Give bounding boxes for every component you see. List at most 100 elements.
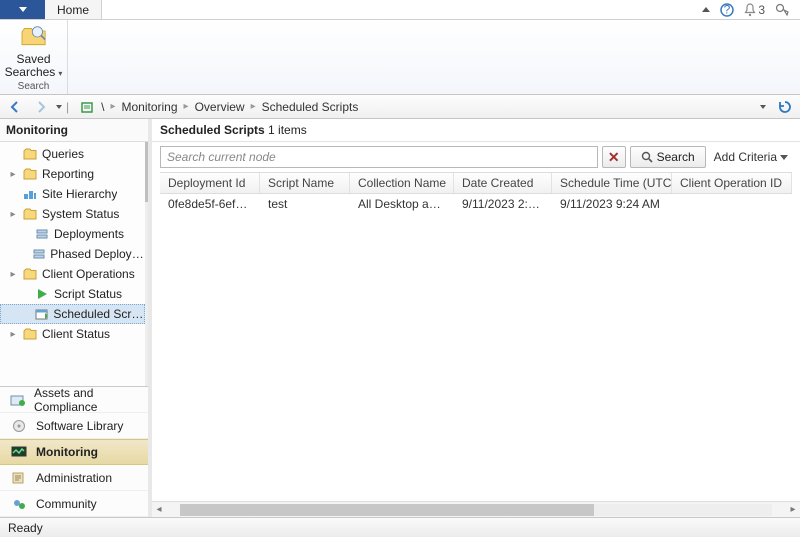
tree-item-queries[interactable]: Queries (0, 144, 145, 164)
column-header[interactable]: Date Created (454, 173, 552, 193)
breadcrumb-separator: | (66, 100, 69, 114)
tree-expander-icon[interactable] (8, 329, 18, 340)
back-button[interactable] (4, 97, 26, 117)
table-cell: 9/11/2023 2:2... (454, 197, 552, 211)
history-dropdown-icon[interactable] (56, 105, 62, 109)
tree-item-site-hierarchy[interactable]: Site Hierarchy (0, 184, 145, 204)
tree-item-script-status[interactable]: Script Status (0, 284, 145, 304)
table-cell: 0fe8de5f-6ef5-... (160, 197, 260, 211)
search-input[interactable]: Search current node (160, 146, 598, 168)
workspace-label: Administration (36, 471, 112, 485)
table-cell: 9/11/2023 9:24 AM (552, 197, 672, 211)
column-header[interactable]: Deployment Id (160, 173, 260, 193)
status-bar: Ready (0, 517, 800, 537)
tree-item-label: Deployments (54, 227, 124, 241)
library-icon (10, 418, 28, 434)
svg-text:?: ? (724, 3, 731, 17)
add-criteria-button[interactable]: Add Criteria (710, 150, 792, 164)
breadcrumb-dropdown-icon[interactable] (760, 105, 766, 109)
content-count: 1 items (268, 123, 307, 137)
workspace-community[interactable]: Community (0, 491, 151, 517)
breadcrumb-overview[interactable]: Overview (195, 100, 245, 114)
server-icon (34, 227, 50, 241)
titlebar-spacer (102, 0, 692, 19)
tree-item-label: Client Status (42, 327, 110, 341)
tree-expander-icon[interactable] (8, 269, 18, 280)
feedback-icon[interactable] (775, 3, 790, 17)
collapse-ribbon-icon[interactable] (702, 7, 710, 12)
tree-item-client-status[interactable]: Client Status (0, 324, 145, 344)
server-icon (32, 247, 46, 261)
folder-icon (22, 267, 38, 281)
workspace-label: Community (36, 497, 97, 511)
add-criteria-label: Add Criteria (714, 150, 777, 164)
column-header[interactable]: Collection Name (350, 173, 454, 193)
tree-item-label: Script Status (54, 287, 122, 301)
table-cell: All Desktop and... (350, 197, 454, 211)
notifications-button[interactable]: 3 (744, 3, 765, 17)
breadcrumb-root-icon[interactable] (79, 99, 95, 115)
tree-item-label: Client Operations (42, 267, 135, 281)
tree-item-deployments[interactable]: Deployments (0, 224, 145, 244)
chevron-right-icon[interactable]: ▸ (184, 101, 189, 112)
content-header: Scheduled Scripts 1 items (152, 119, 800, 142)
navigation-panel: Monitoring Queries Reporting Site Hierarch… (0, 119, 152, 517)
content-title: Scheduled Scripts (160, 123, 265, 137)
tree-item-scheduled-scripts[interactable]: Scheduled Scripts (0, 304, 145, 324)
search-button[interactable]: Search (630, 146, 706, 168)
assets-icon (10, 392, 26, 408)
notifications-count: 3 (758, 3, 765, 17)
breadcrumb-current[interactable]: Scheduled Scripts (262, 100, 359, 114)
tree-item-label: Site Hierarchy (42, 187, 117, 201)
breadcrumb-root-sep: \ (101, 100, 104, 114)
workspace-label: Assets and Compliance (34, 386, 141, 414)
breadcrumb-monitoring[interactable]: Monitoring (122, 100, 178, 114)
workspace-assets-and-compliance[interactable]: Assets and Compliance (0, 387, 151, 413)
tree-item-label: System Status (42, 207, 119, 221)
tree-item-phased-deployments[interactable]: Phased Deployments (0, 244, 145, 264)
column-header[interactable]: Script Name (260, 173, 350, 193)
workspace-administration[interactable]: Administration (0, 465, 151, 491)
status-text: Ready (8, 521, 43, 535)
workspace-software-library[interactable]: Software Library (0, 413, 151, 439)
tree-item-label: Scheduled Scripts (53, 307, 144, 321)
search-icon (641, 151, 653, 163)
horizontal-scrollbar[interactable]: ◂ ▸ (152, 501, 800, 517)
ribbon-group-title: Search (18, 81, 50, 93)
admin-icon (10, 470, 28, 486)
chevron-right-icon[interactable]: ▸ (110, 101, 115, 112)
chevron-right-icon[interactable]: ▸ (251, 101, 256, 112)
tree-expander-icon[interactable] (8, 169, 18, 180)
workspace-monitoring[interactable]: Monitoring (0, 439, 151, 465)
column-header[interactable]: Schedule Time (UTC) (552, 173, 672, 193)
site-icon (22, 187, 38, 201)
tree-item-client-operations[interactable]: Client Operations (0, 264, 145, 284)
tab-home[interactable]: Home (45, 0, 102, 19)
saved-searches-button[interactable] (18, 23, 50, 51)
folder-icon (22, 167, 38, 181)
tree-expander-icon[interactable] (8, 209, 18, 220)
chevron-down-icon (780, 155, 788, 160)
ribbon-group-search: Saved Searches ▾ Search (0, 20, 68, 94)
workspace-label: Monitoring (36, 445, 98, 459)
monitor-icon (10, 444, 28, 460)
clear-search-button[interactable]: ✕ (602, 146, 626, 168)
tree-item-label: Queries (42, 147, 84, 161)
saved-searches-label: Saved Searches ▾ (5, 53, 63, 79)
play-icon (34, 287, 50, 301)
panel-splitter[interactable] (148, 119, 152, 517)
column-header[interactable]: Client Operation ID (672, 173, 792, 193)
refresh-button[interactable] (774, 97, 796, 117)
search-button-label: Search (657, 150, 695, 164)
tree-item-system-status[interactable]: System Status (0, 204, 145, 224)
tree-item-reporting[interactable]: Reporting (0, 164, 145, 184)
folder-icon (22, 147, 38, 161)
app-menu-button[interactable] (0, 0, 45, 19)
help-icon[interactable]: ? (720, 3, 734, 17)
table-cell: test (260, 197, 350, 211)
breadcrumb: \ ▸ Monitoring ▸ Overview ▸ Scheduled Scrip… (73, 99, 756, 115)
forward-button[interactable] (30, 97, 52, 117)
table-row[interactable]: 0fe8de5f-6ef5-...testAll Desktop and...9… (160, 194, 792, 214)
community-icon (10, 496, 28, 512)
calendar-icon (34, 307, 49, 321)
